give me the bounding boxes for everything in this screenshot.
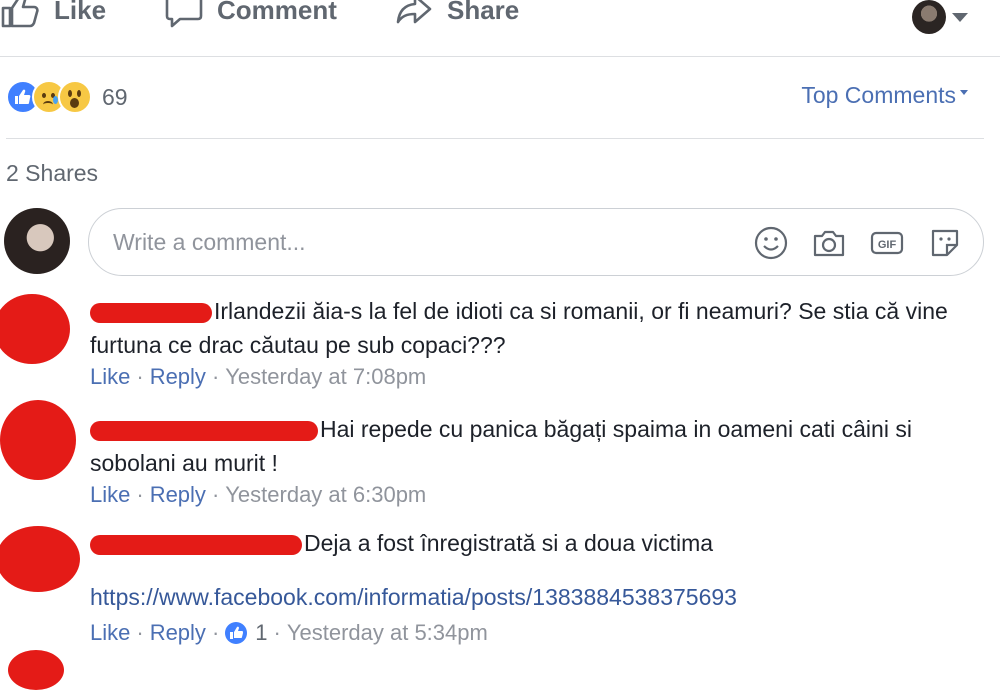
comment-input[interactable]	[113, 229, 713, 256]
comment-reply-link[interactable]: Reply	[150, 482, 206, 508]
comment-meta: Like · Reply · 1 · Yesterday at 5:34pm	[90, 620, 488, 646]
reaction-count-value: 1	[255, 620, 268, 645]
comment-like-link[interactable]: Like	[90, 364, 130, 390]
comment-body: Hai repede cu panica băgați spaima in oa…	[90, 412, 970, 480]
comment-meta: Like · Reply · Yesterday at 6:30pm	[90, 482, 427, 508]
divider	[6, 138, 984, 139]
share-button[interactable]: Share	[395, 0, 519, 28]
like-reaction-icon	[225, 622, 248, 644]
commenter-name-redacted[interactable]	[90, 302, 212, 323]
comment-reply-link[interactable]: Reply	[150, 364, 206, 390]
comment-like-link[interactable]: Like	[90, 482, 130, 508]
commenter-name-redacted[interactable]	[90, 420, 318, 441]
post-as-selector[interactable]	[912, 0, 968, 34]
share-label: Share	[447, 0, 520, 25]
avatar[interactable]	[8, 650, 64, 690]
comment-body: Irlandezii ăia-s la fel de idioti ca si …	[90, 294, 970, 362]
comment-composer: GIF	[88, 208, 984, 276]
comment-timestamp[interactable]: Yesterday at 7:08pm	[225, 364, 426, 390]
comment-reaction-count[interactable]: 1	[225, 620, 268, 646]
post-action-bar: Like Comment Share	[0, 0, 1000, 57]
comment-link[interactable]: https://www.facebook.com/informatia/post…	[90, 580, 970, 614]
comment-timestamp[interactable]: Yesterday at 5:34pm	[287, 620, 488, 646]
like-label: Like	[54, 0, 107, 25]
reaction-count: 69	[102, 83, 128, 110]
comment-reply-link[interactable]: Reply	[150, 620, 206, 646]
sticker-icon[interactable]	[927, 225, 963, 261]
avatar[interactable]	[0, 400, 76, 480]
avatar[interactable]	[0, 526, 80, 592]
reactions-summary[interactable]: 69	[6, 80, 128, 114]
comment-body: Deja a fost înregistrată si a doua victi…	[90, 526, 970, 560]
like-button[interactable]: Like	[0, 0, 106, 28]
avatar	[912, 0, 946, 34]
emoji-icon[interactable]	[753, 225, 789, 261]
speech-bubble-icon	[165, 0, 203, 28]
thumbs-up-icon	[0, 0, 40, 28]
camera-icon[interactable]	[811, 225, 847, 261]
avatar[interactable]	[0, 294, 70, 364]
comment-like-link[interactable]: Like	[90, 620, 130, 646]
caret-down-icon	[960, 90, 968, 95]
avatar[interactable]	[4, 208, 70, 274]
gif-icon[interactable]: GIF	[869, 225, 905, 261]
comment-text: Irlandezii ăia-s la fel de idioti ca si …	[90, 298, 948, 358]
comment-label: Comment	[217, 0, 337, 25]
comment-meta: Like · Reply · Yesterday at 7:08pm	[90, 364, 427, 390]
svg-text:GIF: GIF	[878, 239, 897, 251]
comment-sort-dropdown[interactable]: Top Comments	[801, 82, 968, 109]
comment-text: Deja a fost înregistrată si a doua victi…	[304, 530, 714, 556]
share-arrow-icon	[395, 0, 433, 28]
comment-button[interactable]: Comment	[165, 0, 337, 28]
wow-reaction-icon	[58, 80, 92, 114]
chevron-down-icon	[952, 12, 968, 22]
shares-count[interactable]: 2 Shares	[6, 160, 98, 187]
commenter-name-redacted[interactable]	[90, 534, 302, 555]
comment-timestamp[interactable]: Yesterday at 6:30pm	[225, 482, 426, 508]
comment-sort-label: Top Comments	[801, 82, 956, 108]
